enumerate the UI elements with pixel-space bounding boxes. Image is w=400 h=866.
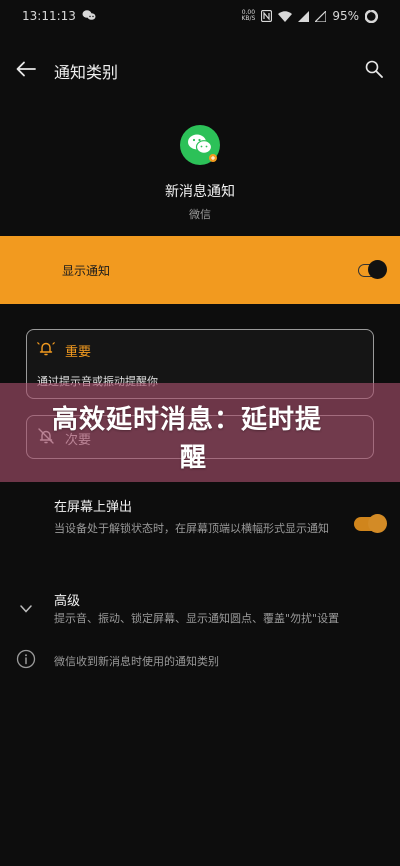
chevron-down-icon [20,598,32,617]
advanced-title: 高级 [54,594,81,609]
battery-icon [365,9,378,23]
battery-percent: 95% [332,9,359,23]
app-bar: 通知类别 [0,48,400,94]
banner-line-2: 醒 [180,443,208,473]
info-icon [16,649,36,673]
wechat-status-icon [82,9,96,24]
page-title: 通知类别 [54,63,119,82]
show-notification-toggle[interactable] [358,260,387,279]
net-speed: 0.00 KB/S [241,9,256,22]
channel-title: 新消息通知 [165,184,235,200]
signal-icon [298,10,310,22]
info-text: 微信收到新消息时使用的通知类别 [54,655,219,668]
nfc-icon [261,10,273,22]
show-notification-row[interactable]: 显示通知 [0,236,400,304]
app-name: 微信 [189,208,211,221]
signal-2-icon [315,10,327,22]
overlay-banner: 高效延时消息：延时提 醒 [0,383,400,482]
info-footer: 微信收到新消息时使用的通知类别 [16,649,219,673]
advanced-description: 提示音、振动、锁定屏幕、显示通知圆点、覆盖"勿扰"设置 [54,612,340,625]
arrow-left-icon[interactable] [16,61,36,81]
popup-description: 当设备处于解锁状态时，在屏幕顶端以横幅形式显示通知 [54,522,329,535]
banner-line-1: 高效延时消息：延时提 [52,405,323,435]
wifi-icon [278,10,293,22]
status-bar: 13:11:13 0.00 KB/S 95% [0,0,400,32]
popup-on-screen-row[interactable]: 在屏幕上弹出 当设备处于解锁状态时，在屏幕顶端以横幅形式显示通知 [54,496,384,539]
wechat-logo-icon [180,125,220,165]
importance-important-label: 重要 [65,344,92,360]
search-icon[interactable] [364,59,384,83]
popup-title: 在屏幕上弹出 [54,500,133,515]
bell-ring-icon [37,340,55,360]
show-notification-label: 显示通知 [62,263,111,278]
channel-header: 新消息通知 微信 [0,125,400,222]
popup-toggle[interactable] [354,514,387,533]
status-time: 13:11:13 [22,9,76,23]
